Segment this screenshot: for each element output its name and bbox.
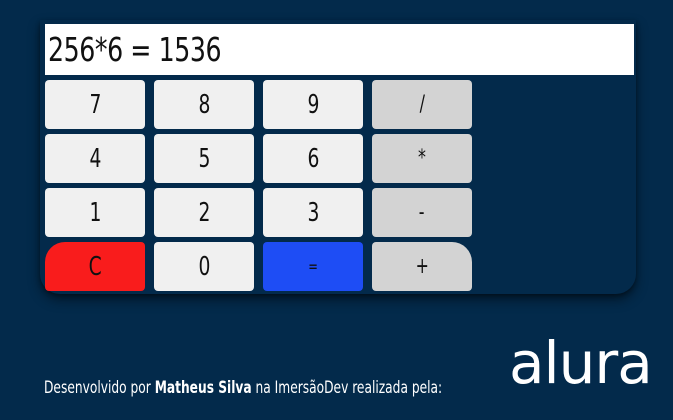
key-3-label: 3 xyxy=(307,197,319,228)
subtract-button[interactable]: - xyxy=(372,188,472,237)
key-1-button[interactable]: 1 xyxy=(45,188,145,237)
equals-label: = xyxy=(308,257,318,276)
display-value: 256*6 = 1536 xyxy=(48,30,222,69)
key-2-button[interactable]: 2 xyxy=(154,188,254,237)
key-0-button[interactable]: 0 xyxy=(154,242,254,291)
multiply-label: * xyxy=(418,146,426,171)
clear-button[interactable]: C xyxy=(45,242,145,291)
key-7-label: 7 xyxy=(89,89,101,120)
key-4-button[interactable]: 4 xyxy=(45,134,145,183)
alura-logo: alura xyxy=(509,329,653,397)
key-2-label: 2 xyxy=(198,197,210,228)
credits-text: Desenvolvido por Matheus Silva na Imersã… xyxy=(44,378,442,398)
key-9-label: 9 xyxy=(307,89,319,120)
calculator: 256*6 = 1536 7 8 9 / 4 5 6 * 1 2 3 - C 0… xyxy=(40,20,636,294)
equals-button[interactable]: = xyxy=(263,242,363,291)
key-8-label: 8 xyxy=(198,89,210,120)
divide-label: / xyxy=(419,92,425,117)
add-label: + xyxy=(415,254,429,279)
subtract-label: - xyxy=(419,200,425,225)
key-5-button[interactable]: 5 xyxy=(154,134,254,183)
author-name: Matheus Silva xyxy=(154,378,252,398)
clear-label: C xyxy=(88,251,102,282)
key-6-button[interactable]: 6 xyxy=(263,134,363,183)
multiply-button[interactable]: * xyxy=(372,134,472,183)
calculator-display: 256*6 = 1536 xyxy=(45,24,634,75)
key-7-button[interactable]: 7 xyxy=(45,80,145,129)
divide-button[interactable]: / xyxy=(372,80,472,129)
key-6-label: 6 xyxy=(307,143,319,174)
key-1-label: 1 xyxy=(89,197,101,228)
key-9-button[interactable]: 9 xyxy=(263,80,363,129)
credits-suffix: na ImersãoDev realizada pela: xyxy=(251,378,443,398)
credits-prefix: Desenvolvido por xyxy=(44,378,155,398)
key-5-label: 5 xyxy=(198,143,210,174)
add-button[interactable]: + xyxy=(372,242,472,291)
key-3-button[interactable]: 3 xyxy=(263,188,363,237)
key-8-button[interactable]: 8 xyxy=(154,80,254,129)
key-4-label: 4 xyxy=(89,143,101,174)
key-0-label: 0 xyxy=(198,251,210,282)
